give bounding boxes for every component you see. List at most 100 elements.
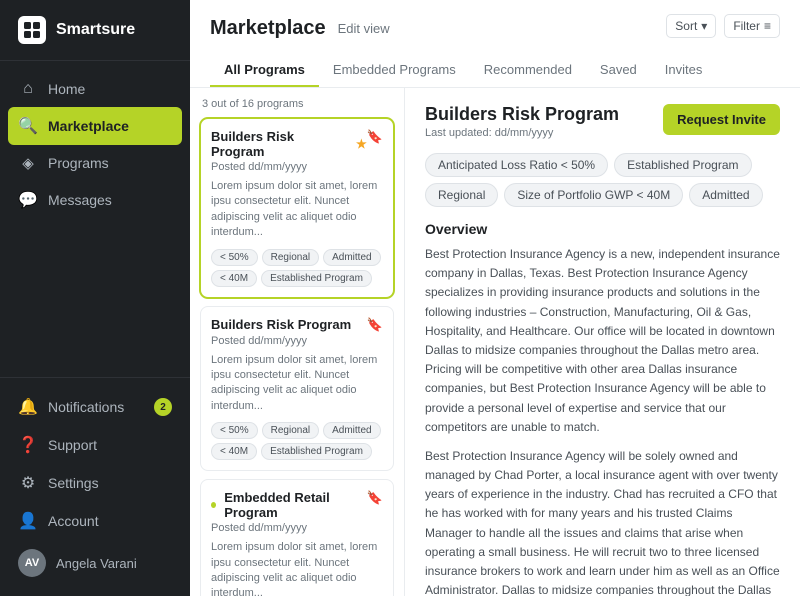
tabs-row: All Programs Embedded Programs Recommend… <box>210 54 780 87</box>
user-name: Angela Varani <box>56 556 137 571</box>
home-icon: ⌂ <box>18 80 38 98</box>
main-header: Marketplace Edit view Sort ▾ Filter ≡ Al… <box>190 0 800 88</box>
person-icon: 👤 <box>18 511 38 531</box>
notifications-badge: 2 <box>154 398 172 416</box>
card-header-2: Builders Risk Program 🔖 <box>211 317 383 333</box>
tab-saved[interactable]: Saved <box>586 54 651 87</box>
sidebar-item-notifications[interactable]: 🔔 Notifications 2 <box>0 388 190 426</box>
detail-header: Builders Risk Program Last updated: dd/m… <box>425 104 780 139</box>
support-icon: ❓ <box>18 435 38 455</box>
search-icon: 🔍 <box>18 116 38 136</box>
star-icon: ★ <box>356 137 367 151</box>
sidebar-item-marketplace[interactable]: 🔍 Marketplace <box>8 107 182 145</box>
filter-icon: ≡ <box>764 19 771 33</box>
tag: Established Program <box>261 443 372 460</box>
request-invite-button[interactable]: Request Invite <box>663 104 780 135</box>
overview-title: Overview <box>425 221 780 237</box>
criteria-tag: Established Program <box>614 153 751 177</box>
program-date-3: Posted dd/mm/yyyy <box>211 522 383 534</box>
overview-paragraph-1: Best Protection Insurance Agency is a ne… <box>425 245 780 437</box>
sort-label: Sort <box>675 19 697 33</box>
logo-text: Smartsure <box>56 21 135 39</box>
title-row: Marketplace Edit view Sort ▾ Filter ≡ <box>210 14 780 42</box>
tab-invites[interactable]: Invites <box>651 54 717 87</box>
tag: Admitted <box>323 249 380 266</box>
tag: Admitted <box>323 422 380 439</box>
program-desc-1: Lorem ipsum dolor sit amet, lorem ipsu c… <box>211 179 383 241</box>
program-desc-3: Lorem ipsum dolor sit amet, lorem ipsu c… <box>211 540 383 596</box>
program-card-1[interactable]: Builders Risk Program ★ 🔖 Posted dd/mm/y… <box>200 118 394 298</box>
list-count: 3 out of 16 programs <box>200 98 394 110</box>
gear-icon: ⚙ <box>18 473 38 493</box>
criteria-tags: Anticipated Loss Ratio < 50% Established… <box>425 153 780 207</box>
bookmark-icon-1[interactable]: 🔖 <box>367 129 383 145</box>
edit-view-button[interactable]: Edit view <box>338 21 390 36</box>
bookmark-icon-3[interactable]: 🔖 <box>367 490 383 506</box>
logo-area: Smartsure <box>0 0 190 61</box>
sidebar-item-label: Support <box>48 437 97 453</box>
program-name-2: Builders Risk Program <box>211 317 351 332</box>
tag: < 40M <box>211 443 257 460</box>
messages-icon: 💬 <box>18 190 38 210</box>
overview-paragraph-2: Best Protection Insurance Agency will be… <box>425 447 780 596</box>
program-name-3: Embedded Retail Program <box>211 490 367 520</box>
user-profile[interactable]: AV Angela Varani <box>0 540 190 586</box>
sidebar-item-label: Programs <box>48 155 109 171</box>
tag: < 40M <box>211 270 257 287</box>
tag: < 50% <box>211 422 258 439</box>
page-title: Marketplace <box>210 17 326 40</box>
sidebar-item-label: Notifications <box>48 399 124 415</box>
card-header-3: Embedded Retail Program 🔖 <box>211 490 383 520</box>
sidebar-item-programs[interactable]: ◈ Programs <box>0 145 190 181</box>
sidebar-item-label: Account <box>48 513 99 529</box>
program-name-1: Builders Risk Program ★ <box>211 129 367 159</box>
sidebar-item-label: Home <box>48 81 85 97</box>
logo-icon <box>18 16 46 44</box>
sidebar-item-messages[interactable]: 💬 Messages <box>0 181 190 219</box>
sidebar-item-support[interactable]: ❓ Support <box>0 426 190 464</box>
sidebar-item-home[interactable]: ⌂ Home <box>0 71 190 107</box>
detail-title-area: Builders Risk Program Last updated: dd/m… <box>425 104 619 139</box>
programs-icon: ◈ <box>18 154 38 172</box>
program-card-3[interactable]: Embedded Retail Program 🔖 Posted dd/mm/y… <box>200 479 394 596</box>
program-date-2: Posted dd/mm/yyyy <box>211 335 383 347</box>
filter-label: Filter <box>733 19 760 33</box>
sidebar-item-label: Marketplace <box>48 118 129 134</box>
criteria-tag: Anticipated Loss Ratio < 50% <box>425 153 608 177</box>
sidebar-item-label: Messages <box>48 192 112 208</box>
tab-all-programs[interactable]: All Programs <box>210 54 319 87</box>
tag: Regional <box>262 249 319 266</box>
program-card-2[interactable]: Builders Risk Program 🔖 Posted dd/mm/yyy… <box>200 306 394 472</box>
program-date-1: Posted dd/mm/yyyy <box>211 161 383 173</box>
criteria-tag: Size of Portfolio GWP < 40M <box>504 183 683 207</box>
card-header-1: Builders Risk Program ★ 🔖 <box>211 129 383 159</box>
tag: Regional <box>262 422 319 439</box>
content-area: 3 out of 16 programs Builders Risk Progr… <box>190 88 800 596</box>
tab-recommended[interactable]: Recommended <box>470 54 586 87</box>
tab-embedded-programs[interactable]: Embedded Programs <box>319 54 470 87</box>
sidebar-bottom: 🔔 Notifications 2 ❓ Support ⚙ Settings 👤… <box>0 377 190 596</box>
filter-button[interactable]: Filter ≡ <box>724 14 780 38</box>
detail-title: Builders Risk Program <box>425 104 619 125</box>
detail-date: Last updated: dd/mm/yyyy <box>425 127 619 139</box>
sidebar: Smartsure ⌂ Home 🔍 Marketplace ◈ Program… <box>0 0 190 596</box>
bell-icon: 🔔 <box>18 397 38 417</box>
main-content: Marketplace Edit view Sort ▾ Filter ≡ Al… <box>190 0 800 596</box>
program-tags-1: < 50% Regional Admitted < 40M Establishe… <box>211 249 383 287</box>
avatar: AV <box>18 549 46 577</box>
bookmark-icon-2[interactable]: 🔖 <box>367 317 383 333</box>
program-tags-2: < 50% Regional Admitted < 40M Establishe… <box>211 422 383 460</box>
criteria-tag: Regional <box>425 183 498 207</box>
criteria-tag: Admitted <box>689 183 762 207</box>
sidebar-item-settings[interactable]: ⚙ Settings <box>0 464 190 502</box>
program-desc-2: Lorem ipsum dolor sit amet, lorem ipsu c… <box>211 353 383 415</box>
tabs: All Programs Embedded Programs Recommend… <box>210 54 716 87</box>
sort-button[interactable]: Sort ▾ <box>666 14 716 38</box>
sidebar-item-label: Settings <box>48 475 99 491</box>
programs-list: 3 out of 16 programs Builders Risk Progr… <box>190 88 405 596</box>
sidebar-item-account[interactable]: 👤 Account <box>0 502 190 540</box>
sidebar-nav: ⌂ Home 🔍 Marketplace ◈ Programs 💬 Messag… <box>0 61 190 377</box>
detail-panel: Builders Risk Program Last updated: dd/m… <box>405 88 800 596</box>
tag: Established Program <box>261 270 372 287</box>
embedded-dot <box>211 502 216 508</box>
